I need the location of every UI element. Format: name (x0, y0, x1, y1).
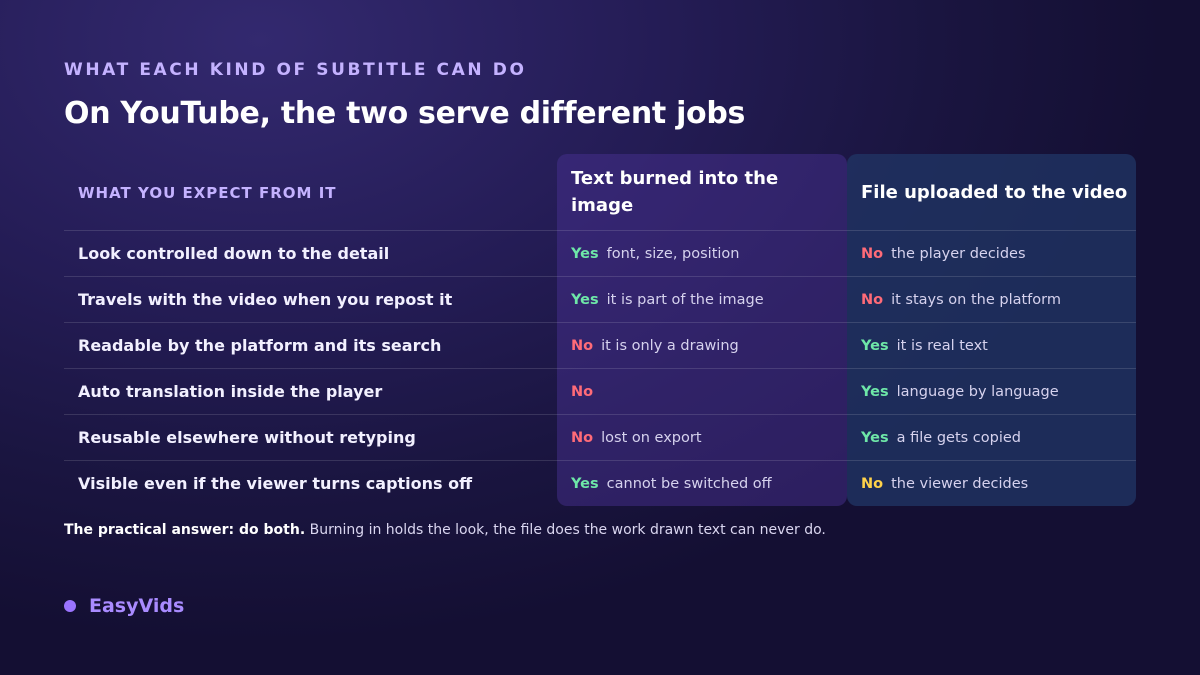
table-row: Look controlled down to the detail Yes fon… (64, 230, 1136, 276)
burned-verdict: Yes (571, 246, 599, 262)
burned-note: lost on export (601, 430, 702, 446)
burned-note: cannot be switched off (606, 476, 772, 492)
burned-cell: No lost on export (571, 415, 702, 461)
file-verdict: No (861, 246, 884, 262)
file-cell: Yes it is real text (861, 323, 988, 369)
burned-verdict: No (571, 338, 594, 354)
table-row: Readable by the platform and its search N… (64, 322, 1136, 368)
file-note: it stays on the platform (891, 292, 1061, 308)
expectation-column-header: WHAT YOU EXPECT FROM IT (78, 184, 337, 202)
page-title: On YouTube, the two serve different jobs (64, 96, 746, 131)
row-label: Auto translation inside the player (78, 382, 383, 401)
table-row: Visible even if the viewer turns caption… (64, 460, 1136, 506)
file-cell: No the viewer decides (861, 461, 1028, 507)
file-verdict: Yes (861, 338, 889, 354)
burned-note: it is only a drawing (601, 338, 739, 354)
footnote-text: Burning in holds the look, the file does… (305, 522, 826, 538)
file-verdict: No (861, 476, 884, 492)
table-row: Reusable elsewhere without retyping No los… (64, 414, 1136, 460)
table-row: Auto translation inside the player No Yes l… (64, 368, 1136, 414)
row-label: Travels with the video when you repost i… (78, 290, 453, 309)
footnote: The practical answer: do both. Burning i… (64, 522, 826, 538)
file-note: the player decides (891, 246, 1026, 262)
eyebrow-heading: WHAT EACH KIND OF SUBTITLE CAN DO (64, 60, 527, 80)
file-cell: Yes a file gets copied (861, 415, 1021, 461)
burned-cell: Yes it is part of the image (571, 277, 764, 323)
table-row: Travels with the video when you repost i… (64, 276, 1136, 322)
file-note: it is real text (896, 338, 988, 354)
file-cell: Yes language by language (861, 369, 1059, 415)
burned-cell: Yes cannot be switched off (571, 461, 772, 507)
burned-column-header: Text burned into the image (571, 168, 779, 216)
burned-verdict: Yes (571, 292, 599, 308)
file-cell: No it stays on the platform (861, 277, 1061, 323)
file-column-header: File uploaded to the video (861, 181, 1128, 203)
burned-verdict: No (571, 384, 594, 400)
table-header: WHAT YOU EXPECT FROM IT Text burned into… (64, 154, 1136, 230)
file-cell: No the player decides (861, 231, 1026, 277)
brand-name: EasyVids (89, 595, 185, 617)
file-verdict: No (861, 292, 884, 308)
burned-verdict: No (571, 430, 594, 446)
burned-note: it is part of the image (606, 292, 764, 308)
row-label: Visible even if the viewer turns caption… (78, 474, 473, 493)
row-label: Reusable elsewhere without retyping (78, 428, 416, 447)
row-label: Look controlled down to the detail (78, 244, 390, 263)
burned-note: font, size, position (606, 246, 740, 262)
file-note: a file gets copied (896, 430, 1022, 446)
file-note: language by language (896, 384, 1059, 400)
footnote-emphasis: The practical answer: do both. (64, 522, 306, 538)
burned-cell: No (571, 369, 601, 415)
file-verdict: Yes (861, 384, 889, 400)
burned-cell: Yes font, size, position (571, 231, 739, 277)
burned-cell: No it is only a drawing (571, 323, 739, 369)
row-label: Readable by the platform and its search (78, 336, 442, 355)
brand: EasyVids (64, 595, 184, 617)
brand-dot-icon (64, 600, 76, 612)
file-verdict: Yes (861, 430, 889, 446)
burned-verdict: Yes (571, 476, 599, 492)
file-note: the viewer decides (891, 476, 1029, 492)
